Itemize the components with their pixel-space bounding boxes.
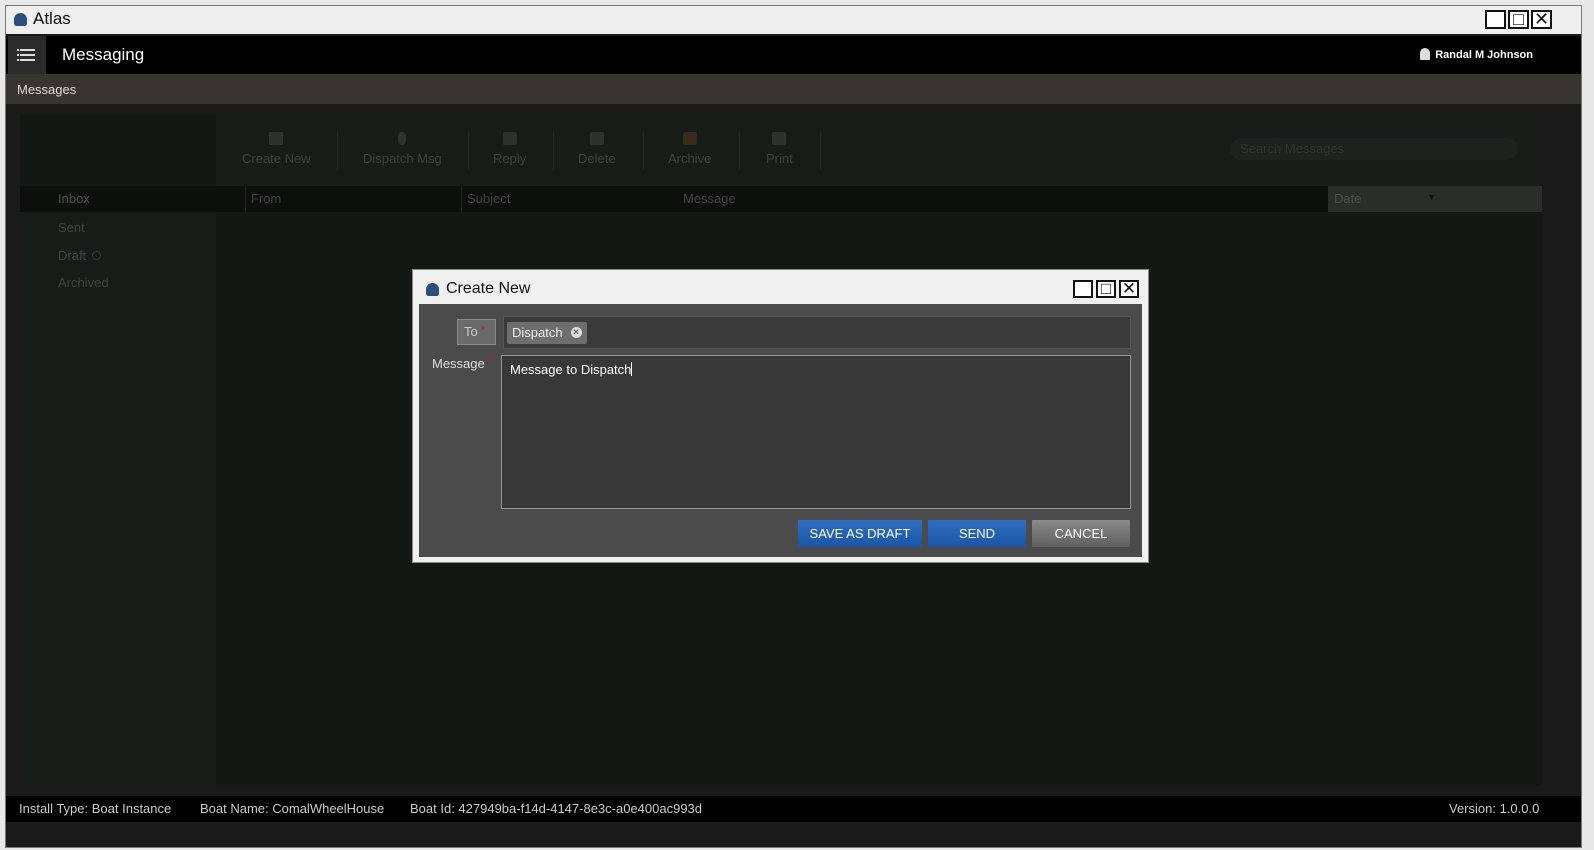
archive-icon [682, 132, 697, 145]
window-titlebar: Atlas _ □ ✕ [6, 6, 1581, 34]
dialog-title: Create New [446, 280, 531, 297]
folder-sidebar: Inbox Sent Draft Archived [20, 186, 216, 786]
delete-button[interactable]: Delete [578, 132, 616, 166]
dialog-close-button[interactable]: ✕ [1119, 279, 1139, 298]
breadcrumb: Messages [6, 74, 1581, 104]
maximize-icon: □ [1513, 9, 1524, 29]
column-date[interactable]: Date ▼ [1328, 186, 1542, 212]
atlas-logo-icon [426, 283, 439, 296]
breadcrumb-messages[interactable]: Messages [17, 82, 76, 97]
minimize-icon: _ [1490, 9, 1501, 29]
send-button[interactable]: SEND [928, 520, 1026, 547]
window-title: Atlas [33, 9, 71, 28]
boat-id: Boat Id: 427949ba-f14d-4147-8e3c-a0e400a… [410, 801, 703, 816]
delete-icon [589, 132, 604, 145]
status-bar: Install Type: Boat Instance Boat Name: C… [6, 796, 1581, 822]
sidebar-item-sent[interactable]: Sent [58, 220, 85, 235]
close-icon: ✕ [1121, 279, 1137, 298]
sidebar-item-draft[interactable]: Draft [58, 248, 102, 263]
message-textarea[interactable]: Message to Dispatch [501, 355, 1131, 509]
dialog-minimize-button[interactable]: _ [1073, 279, 1093, 298]
page-title: Messaging [62, 45, 145, 64]
create-new-button[interactable]: Create New [242, 132, 311, 166]
column-message[interactable]: Message [683, 191, 736, 206]
archive-button[interactable]: Archive [668, 132, 711, 166]
reply-icon [502, 132, 517, 145]
sidebar-item-inbox[interactable]: Inbox [20, 186, 216, 212]
remove-recipient-icon[interactable]: ✕ [570, 327, 582, 338]
version: Version: 1.0.0.0 [1449, 801, 1540, 816]
column-subject[interactable]: Subject [467, 191, 510, 206]
search-input[interactable]: Search Messages [1230, 138, 1518, 160]
sidebar-item-archived[interactable]: Archived [58, 275, 109, 290]
sort-desc-icon: ▼ [1427, 192, 1436, 202]
maximize-icon: □ [1100, 279, 1112, 298]
microphone-icon [398, 132, 407, 145]
close-window-button[interactable]: ✕ [1531, 9, 1552, 29]
recipient-field[interactable]: Dispatch ✕ [503, 316, 1131, 349]
required-icon: * [480, 324, 486, 336]
reply-button[interactable]: Reply [493, 132, 526, 166]
text-caret [631, 362, 633, 376]
close-icon: ✕ [1533, 9, 1550, 29]
maximize-button[interactable]: □ [1508, 9, 1529, 29]
install-type: Install Type: Boat Instance [19, 801, 172, 816]
compose-icon [269, 132, 284, 145]
recipient-label: Dispatch [512, 325, 563, 340]
cancel-button[interactable]: CANCEL [1032, 520, 1130, 547]
dispatch-msg-button[interactable]: Dispatch Msg [363, 132, 442, 166]
printer-icon [772, 132, 787, 145]
minimize-button[interactable]: _ [1485, 9, 1506, 29]
user-menu[interactable]: Randal M Johnson [1420, 48, 1533, 61]
create-new-dialog: Create New _ □ ✕ To * Dispatch ✕ Message *… [412, 269, 1149, 563]
app-header: Messaging Randal M Johnson [6, 36, 1581, 74]
print-button[interactable]: Print [766, 132, 793, 166]
required-icon: * [487, 354, 493, 366]
table-header: From Subject Message Date ▼ [216, 186, 1542, 212]
boat-name: Boat Name: ComalWheelHouse [200, 801, 385, 816]
dialog-body: To * Dispatch ✕ Message * Message to Dispa… [419, 304, 1142, 557]
dialog-maximize-button[interactable]: □ [1096, 279, 1116, 298]
save-as-draft-button[interactable]: SAVE AS DRAFT [798, 520, 922, 547]
toolbar: Create New Dispatch Msg Reply Delete Arc… [216, 114, 1542, 186]
recipient-tag: Dispatch ✕ [507, 322, 587, 344]
to-button[interactable]: To * [457, 319, 496, 345]
menu-button[interactable] [8, 36, 46, 74]
draft-indicator-icon [92, 251, 102, 260]
message-label: Message * [432, 354, 493, 371]
column-from[interactable]: From [251, 191, 281, 206]
atlas-logo-icon [14, 13, 27, 26]
user-name: Randal M Johnson [1435, 49, 1533, 61]
sidebar-item-label: Draft [58, 248, 87, 263]
user-icon [1420, 48, 1431, 60]
minimize-icon: _ [1078, 279, 1088, 298]
